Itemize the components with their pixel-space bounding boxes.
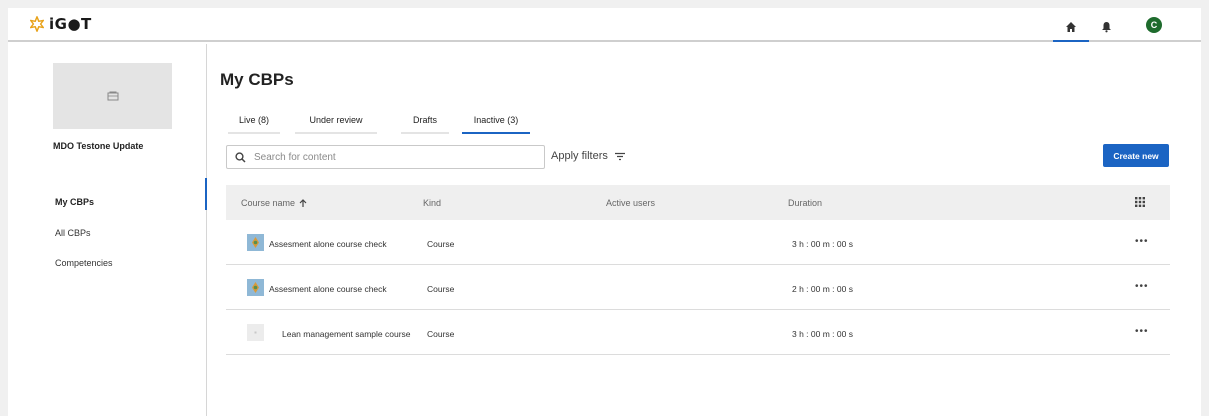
column-course-name[interactable]: Course name (241, 198, 307, 208)
table-row[interactable]: Assesment alone course check Course 3 h … (226, 221, 1170, 265)
table-row[interactable]: Lean management sample course Course 3 h… (226, 311, 1170, 355)
tab-drafts[interactable]: Drafts (401, 108, 449, 134)
tab-live-label: Live (8) (238, 115, 269, 125)
column-settings-grid-icon[interactable] (1135, 197, 1145, 207)
table-row[interactable]: Assesment alone course check Course 2 h … (226, 266, 1170, 310)
tab-drafts-label: Drafts (412, 115, 437, 125)
sidebar-item-all-cbps[interactable]: All CBPs (55, 228, 91, 238)
more-options-icon[interactable]: ••• (1135, 236, 1149, 247)
tab-under-review[interactable]: Under review (295, 108, 377, 134)
notifications-button[interactable] (1093, 14, 1119, 40)
create-new-button[interactable]: Create new (1103, 144, 1169, 167)
tab-inactive[interactable]: Inactive (3) (462, 108, 530, 134)
sidebar: MDO Testone Update My CBPs All CBPs Comp… (8, 44, 207, 416)
apply-filters-button[interactable]: Apply filters (551, 150, 626, 162)
home-active-indicator (1053, 40, 1089, 42)
sidebar-active-indicator (205, 178, 207, 210)
image-placeholder-icon (107, 91, 118, 101)
course-kind: Course (427, 284, 455, 294)
course-thumbnail (247, 234, 264, 251)
column-kind: Kind (423, 198, 442, 208)
sidebar-item-my-cbps[interactable]: My CBPs (55, 197, 94, 207)
apply-filters-label: Apply filters (551, 150, 608, 162)
app-frame: iG●T C MDO Testone Update My CBPs All CB… (8, 8, 1201, 416)
more-options-icon[interactable]: ••• (1135, 326, 1149, 337)
home-icon (1066, 22, 1076, 32)
search-box (226, 145, 545, 169)
course-duration: 3 h : 00 m : 00 s (792, 239, 853, 249)
more-options-icon[interactable]: ••• (1135, 281, 1149, 292)
tab-inactive-label: Inactive (3) (473, 115, 519, 125)
course-name[interactable]: Assesment alone course check (269, 284, 387, 294)
column-course-name-label: Course name (241, 198, 296, 208)
course-name[interactable]: Assesment alone course check (269, 239, 387, 249)
bell-icon (1101, 22, 1111, 33)
sidebar-item-competencies[interactable]: Competencies (55, 258, 113, 268)
search-icon (235, 151, 246, 163)
course-name[interactable]: Lean management sample course (282, 329, 411, 339)
column-duration: Duration (788, 198, 823, 208)
tab-under-review-label: Under review (309, 115, 363, 125)
course-thumbnail-placeholder (247, 324, 264, 341)
course-duration: 2 h : 00 m : 00 s (792, 284, 853, 294)
logo-flower-icon (29, 16, 45, 32)
table-header: Course name Kind Active users Duration (226, 185, 1170, 220)
sort-arrow-up-icon (299, 198, 307, 207)
org-name: MDO Testone Update (53, 141, 144, 151)
column-active-users: Active users (606, 198, 656, 208)
course-duration: 3 h : 00 m : 00 s (792, 329, 853, 339)
tab-live[interactable]: Live (8) (228, 108, 280, 134)
top-bar: iG●T C (8, 8, 1201, 42)
igot-logo[interactable]: iG●T (28, 15, 92, 33)
course-kind: Course (427, 239, 455, 249)
org-image-placeholder (53, 63, 172, 129)
home-button[interactable] (1058, 14, 1084, 40)
page-title: My CBPs (220, 70, 294, 89)
search-input[interactable] (254, 151, 514, 163)
course-kind: Course (427, 329, 455, 339)
course-thumbnail (247, 279, 264, 296)
user-avatar[interactable]: C (1146, 17, 1162, 33)
filter-icon (614, 152, 625, 160)
logo-text: iG●T (49, 15, 92, 33)
